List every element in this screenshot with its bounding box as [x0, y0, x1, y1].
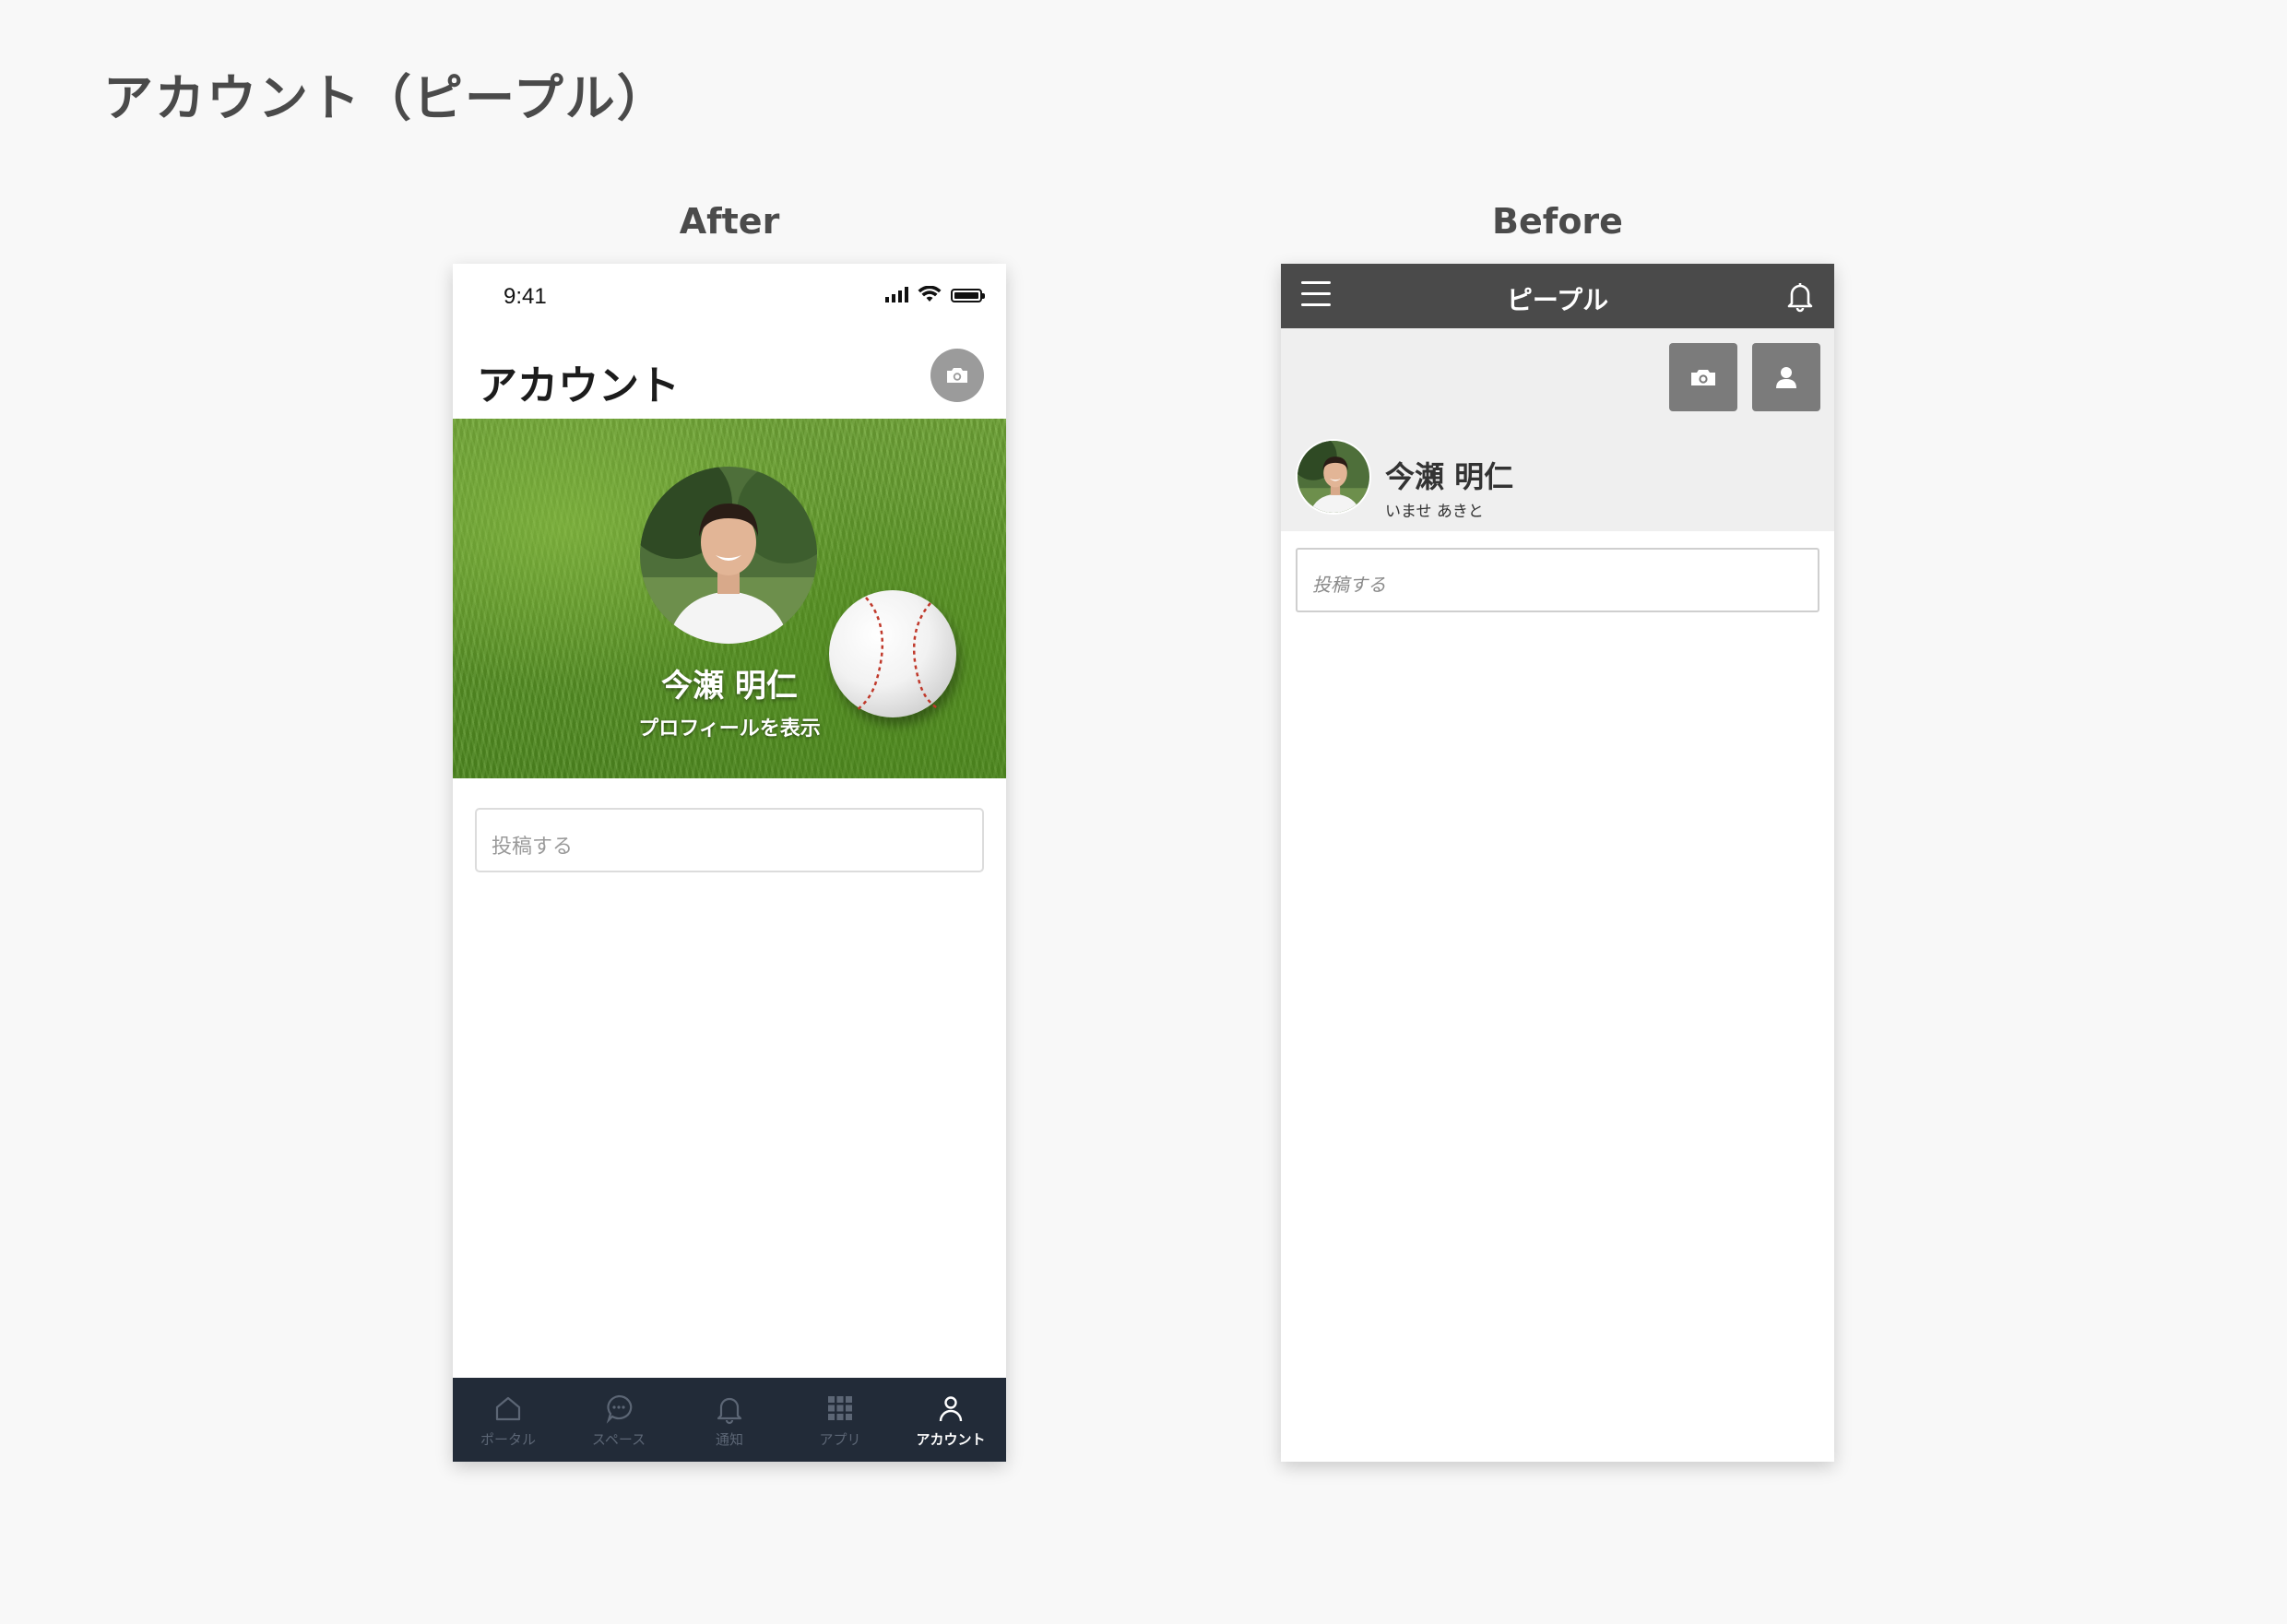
- tab-notifications[interactable]: 通知: [674, 1378, 785, 1462]
- status-time: 9:41: [504, 284, 547, 309]
- person-icon: [1776, 367, 1796, 388]
- tab-portal[interactable]: ポータル: [453, 1378, 563, 1462]
- camera-icon: [1691, 370, 1715, 385]
- post-input[interactable]: 投稿する: [475, 808, 984, 872]
- camera-button[interactable]: [1669, 343, 1737, 411]
- tab-label: ポータル: [480, 1431, 536, 1448]
- header-title: ピープル: [1506, 285, 1609, 315]
- header-title: アカウント: [477, 362, 680, 409]
- page-title: アカウント（ピープル）: [103, 69, 669, 127]
- after-phone-screen: 9:41 アカウント 今瀬 明仁 プロフィールを表示 投稿する ポータル スペー…: [453, 264, 1006, 1462]
- camera-button[interactable]: [930, 349, 984, 402]
- after-label: After: [679, 201, 780, 242]
- battery-icon: [951, 289, 985, 302]
- status-bar: 9:41: [453, 264, 1006, 328]
- avatar[interactable]: [1296, 439, 1371, 515]
- tab-bar: ポータル スペース 通知 アプリ アカウント: [453, 1378, 1006, 1462]
- tab-apps[interactable]: アプリ: [785, 1378, 895, 1462]
- tab-label: スペース: [591, 1431, 646, 1448]
- home-icon: [495, 1396, 521, 1421]
- post-input[interactable]: 投稿する: [1296, 548, 1819, 612]
- view-profile-link[interactable]: プロフィールを表示: [453, 712, 1006, 741]
- tab-label: アプリ: [819, 1431, 861, 1448]
- tab-label: 通知: [715, 1431, 743, 1448]
- profile-area: [1281, 328, 1834, 531]
- status-icons: [885, 286, 985, 302]
- profile-button[interactable]: [1752, 343, 1820, 411]
- avatar[interactable]: [640, 467, 817, 644]
- avatar-photo: [640, 467, 817, 644]
- profile-name-kana: いませ あきと: [1385, 503, 1484, 521]
- chat-bubble-icon: [606, 1394, 633, 1424]
- profile-name: 今瀬 明仁: [1385, 459, 1514, 494]
- bell-icon[interactable]: [1783, 279, 1817, 314]
- person-icon: [939, 1396, 963, 1422]
- tab-account[interactable]: アカウント: [895, 1378, 1006, 1462]
- bell-icon: [717, 1397, 742, 1425]
- profile-name: 今瀬 明仁: [661, 668, 798, 705]
- before-phone-screen: ピープル 今瀬 明仁 いませ あきと 投稿する: [1281, 264, 1834, 1462]
- profile-cover[interactable]: 今瀬 明仁 プロフィールを表示: [453, 419, 1006, 778]
- before-label: Before: [1492, 201, 1623, 242]
- tab-space[interactable]: スペース: [563, 1378, 674, 1462]
- tab-label: アカウント: [916, 1431, 986, 1448]
- grid-icon: [828, 1396, 852, 1420]
- camera-icon: [947, 368, 967, 383]
- header-bar: ピープル: [1281, 264, 1834, 328]
- cellular-signal-icon: [885, 286, 908, 302]
- wifi-icon: [918, 286, 942, 302]
